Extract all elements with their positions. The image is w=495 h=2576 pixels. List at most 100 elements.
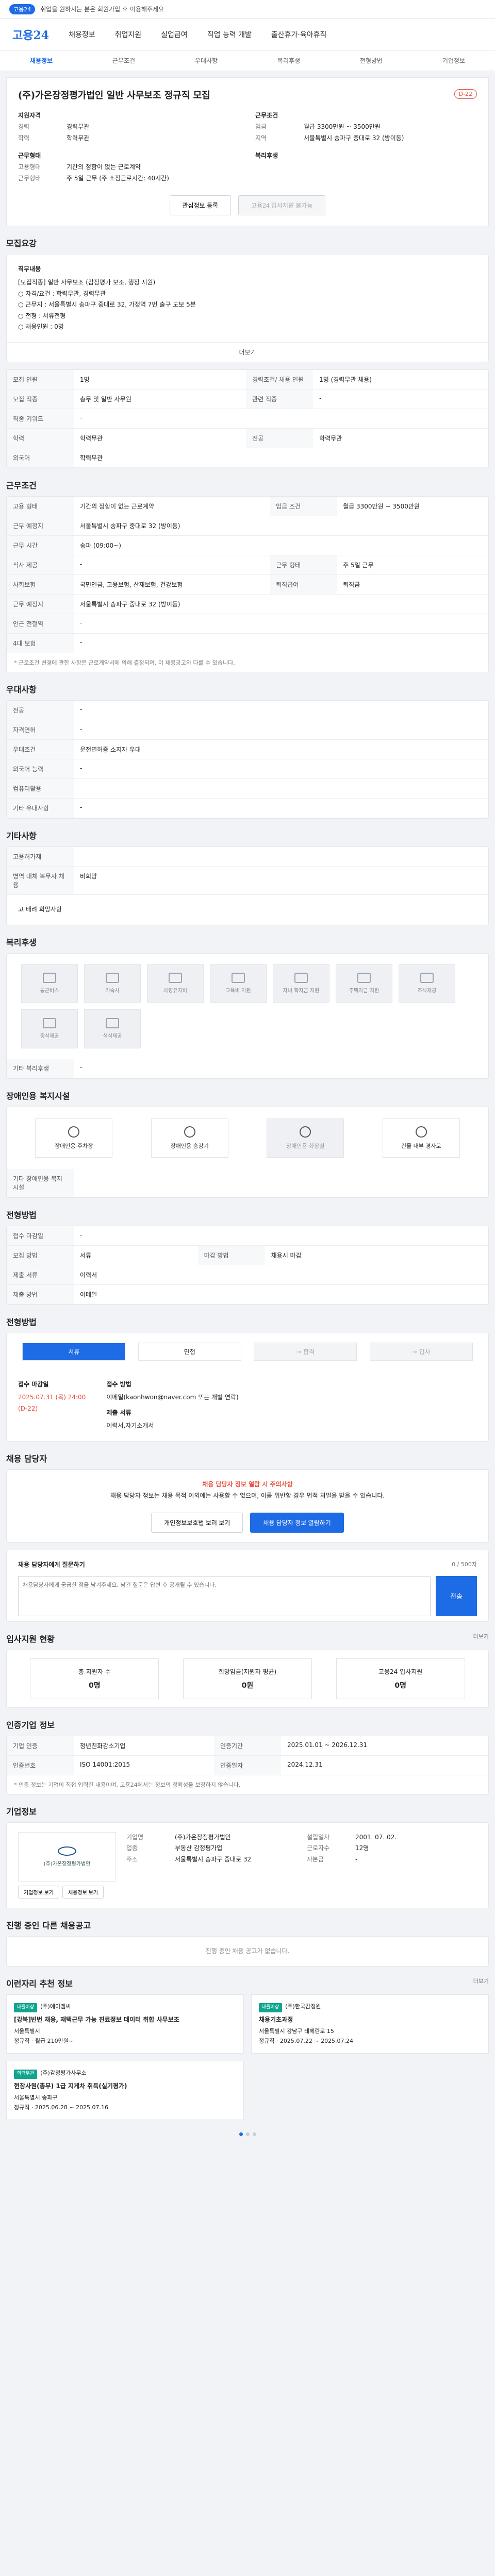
table-row: 직종 키워드 - <box>7 409 488 429</box>
recommend-title: 이런자리 추천 정보 <box>6 1979 73 1989</box>
doc-label: 제출 서류 <box>106 1409 131 1416</box>
table-cell: - <box>74 1168 488 1197</box>
table-row: 외국어 능력 - <box>7 759 488 779</box>
table-cell: - <box>74 846 488 867</box>
page-dot[interactable] <box>245 2132 250 2137</box>
card-title: 현장사원(총무) 1급 지게차 취득(실기평가) <box>14 2082 127 2090</box>
card-company: (주)감정평가사무소 <box>40 2070 87 2077</box>
recommend-card[interactable]: 대졸이상 (주)에이엠씨 [강북]빈번 채용, 재택근무 가능 진료정보 데이터 … <box>6 1994 244 2054</box>
welfare-label: 자녀 학자금 지원 <box>283 988 320 994</box>
kv-key: 경력 <box>18 123 30 130</box>
deadline-dday: (D-22) <box>18 1404 38 1412</box>
recruit-table: 모집 인원 1명 경력조건/ 채용 인원 1명 (경력무관 채용) 모집 직종 총무 및… <box>7 369 488 468</box>
table-cell: - <box>74 798 488 818</box>
recommend-card[interactable]: 학력무관 (주)감정평가사무소 현장사원(총무) 1급 지게차 취득(실기평가) … <box>6 2061 244 2121</box>
pagination-dots <box>0 2127 495 2141</box>
menu-unemployment[interactable]: 실업급여 <box>161 29 188 40</box>
table-cell: 1명 <box>74 369 246 389</box>
table-cell: 학력무관 <box>313 428 488 448</box>
card-title: 채용기초과정 <box>259 2015 293 2023</box>
table-row: 식사 제공 - 근무 형태 주 5일 근무 <box>7 555 488 575</box>
table-row: 기타 장애인용 복지시설 - <box>7 1168 488 1197</box>
section-title-pref: 우대사항 <box>6 684 37 694</box>
job-desc-line: [모집직종] 일반 사무보조 (감정평가 보조, 행정 지원) <box>18 278 156 286</box>
section-title-recommend: 이런자리 추천 정보 더보기 <box>6 1977 489 1989</box>
stat-total: 총 지원자 수 0명 <box>30 1658 159 1699</box>
table-cell: - <box>74 778 488 799</box>
inquiry-textarea[interactable] <box>18 1575 431 1616</box>
table-cell: 학력무관 <box>74 448 488 468</box>
table-row: 기타 복리후생 - <box>7 1058 488 1078</box>
table-header: 근무 예정지 <box>7 594 74 614</box>
recommend-more-link[interactable]: 더보기 <box>473 1977 489 1985</box>
table-header: 근무 예정지 <box>7 516 74 536</box>
recommend-card[interactable]: 대졸이상 (주)한국감정원 채용기초과정 서울특별시 강남구 테헤란로 15 정규… <box>251 1994 489 2054</box>
table-header: 컴퓨터활용 <box>7 778 74 799</box>
pref-table: 전공 - 자격면허 - 우대조건 운전면허증 소지자 우대 외국어 능력 - 컴퓨터활용… <box>7 700 488 818</box>
facility-label: 장애인용 주차장 <box>55 1142 93 1149</box>
site-logo[interactable]: 고용24 <box>12 26 49 43</box>
table-cell: - <box>74 1058 488 1078</box>
table-row: 접수 마감일 - <box>7 1226 488 1246</box>
welfare-label: 교육비 지원 <box>225 988 251 994</box>
step-join: → 입사 <box>369 1342 473 1361</box>
notice-pill: 고용24 <box>9 4 36 14</box>
facility-label: 장애인용 화장실 <box>286 1142 325 1149</box>
global-navigation: 고용24 채용정보 취업지원 실업급여 직업 능력 개발 출산휴가·육아휴직 <box>0 19 495 50</box>
tab-work-cond[interactable]: 근무조건 <box>112 56 135 65</box>
tab-company[interactable]: 기업정보 <box>442 56 465 65</box>
privacy-law-button[interactable]: 개인정보보호법 보러 보기 <box>151 1513 243 1533</box>
table-row: 자격면허 - <box>7 720 488 740</box>
table-cell: 이력서 <box>74 1265 488 1285</box>
menu-training[interactable]: 직업 능력 개발 <box>207 29 252 40</box>
kv-key: 학력 <box>18 134 30 142</box>
page-dot-active[interactable] <box>239 2132 243 2137</box>
kv-key: 기업명 <box>126 1833 144 1841</box>
table-header: 제출 서류 <box>7 1265 74 1285</box>
kv-key: 근로자수 <box>307 1844 330 1852</box>
tab-recruit[interactable]: 채용정보 <box>30 56 53 65</box>
table-cell: 서울특별시 송파구 중대로 32 (방이동) <box>74 594 488 614</box>
section-title-recruit: 모집요강 <box>6 239 37 249</box>
table-header: 고용허가제 <box>7 846 74 867</box>
disabled-other-table: 기타 장애인용 복지시설 - <box>7 1168 488 1197</box>
table-cell: 총무 및 일반 사무원 <box>74 389 246 409</box>
welfare-label: 석식제공 <box>103 1033 122 1040</box>
applicants-more-link[interactable]: 더보기 <box>473 1632 489 1640</box>
table-header: 기업 인증 <box>7 1736 74 1756</box>
table-header: 병역 대체 복무자 채용 <box>7 866 74 895</box>
tab-pref[interactable]: 우대사항 <box>195 56 218 65</box>
menu-leave[interactable]: 출산휴가·육아휴직 <box>271 29 327 40</box>
table-cell: 송파 (09:00~) <box>74 535 488 555</box>
card-location: 서울특별시 송파구 <box>14 2094 58 2102</box>
table-cell: - <box>74 555 270 575</box>
facility-label: 장애인용 승강기 <box>170 1142 209 1149</box>
company-info-note: * 인증 정보는 기업이 직접 입력한 내용이며, 고용24에서는 정보의 정확… <box>14 1781 241 1788</box>
tab-welfare[interactable]: 복리후생 <box>277 56 300 65</box>
stat-value: 0원 <box>241 1681 254 1690</box>
selection-table: 접수 마감일 - 모집 방법 서류 마감 방법 채용시 마감 제출 서류 이력서 제출 방… <box>7 1226 488 1304</box>
menu-jobs[interactable]: 채용정보 <box>69 29 95 40</box>
stat-label: 희망임금(지원자 평균) <box>218 1668 277 1675</box>
welfare-other-table: 기타 복리후생 - <box>7 1058 488 1078</box>
notice-text: 취업을 원하시는 분은 회원가입 후 이용해주세요 <box>40 6 164 13</box>
table-cell: 학력무관 <box>74 428 246 448</box>
table-header: 외국어 능력 <box>7 759 74 779</box>
table-header: 모집 인원 <box>7 369 74 389</box>
table-cell: 기간의 정함이 없는 근로계약 <box>74 496 270 516</box>
etc-table: 고용허가제 - 병역 대체 복무자 채용 비희망 <box>7 846 488 895</box>
view-manager-button[interactable]: 채용 담당자 정보 열람하기 <box>250 1513 344 1533</box>
apply-button[interactable]: 고용24 입사지원 불가능 <box>238 195 326 216</box>
company-jobs-button[interactable]: 채용정보 보기 <box>62 1885 104 1899</box>
inquiry-send-button[interactable]: 전송 <box>436 1575 477 1616</box>
welfare-house-icon: 주택자금 지원 <box>336 963 392 1003</box>
company-info-button[interactable]: 기업정보 보기 <box>18 1885 59 1899</box>
scrap-button[interactable]: 관심정보 등록 <box>169 195 232 216</box>
table-row: 모집 방법 서류 마감 방법 채용시 마감 <box>7 1245 488 1265</box>
table-header: 접수 마감일 <box>7 1226 74 1246</box>
more-button[interactable]: 더보기 <box>7 342 488 362</box>
page-dot[interactable] <box>252 2132 256 2137</box>
table-row: 근무 예정지 서울특별시 송파구 중대로 32 (방이동) <box>7 594 488 614</box>
tab-selection[interactable]: 전형방법 <box>360 56 383 65</box>
menu-employment-support[interactable]: 취업지원 <box>115 29 142 40</box>
